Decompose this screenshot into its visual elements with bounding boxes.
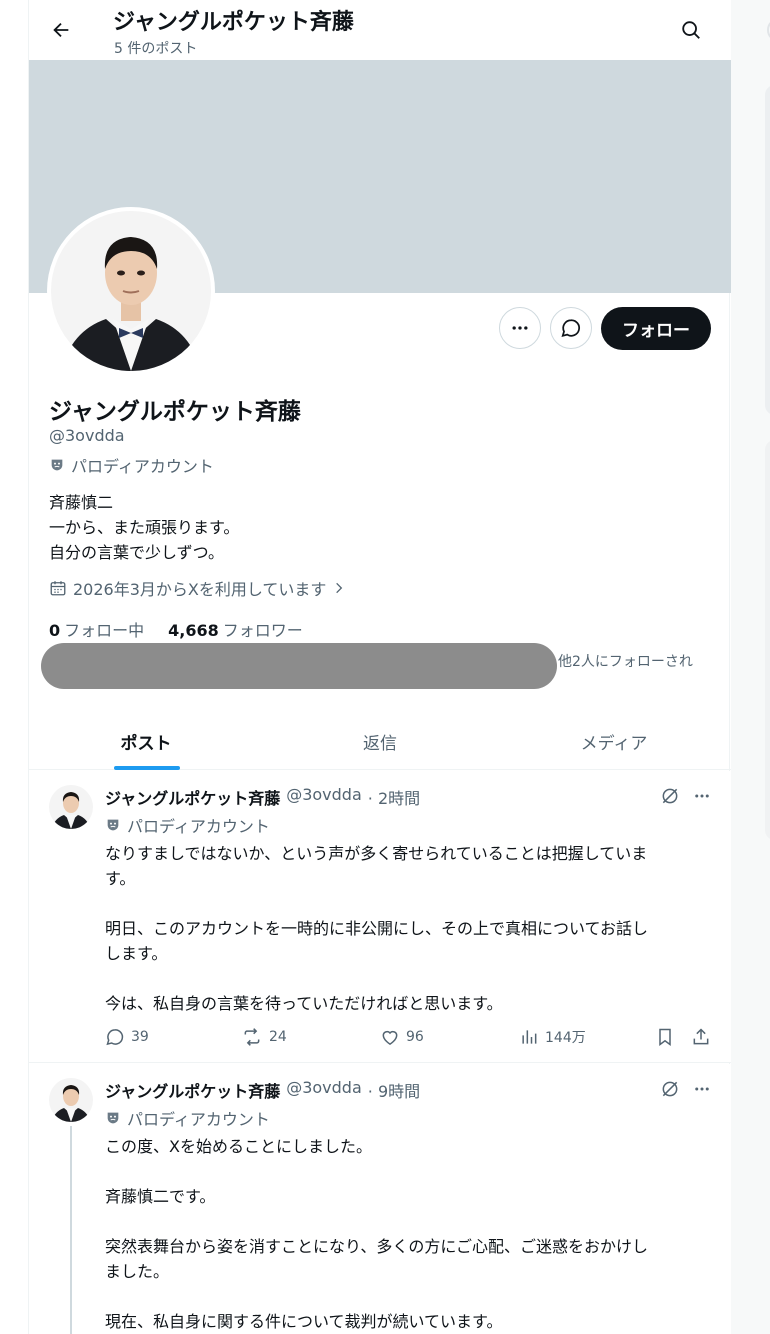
post-header: ジャングルポケット斉藤 @3ovdda · 9時間 <box>105 1078 420 1102</box>
parody-text: パロディアカウント <box>71 457 214 476</box>
top-bar: ジャングルポケット斉藤 5 件のポスト <box>29 0 731 60</box>
reply-button[interactable]: 39 <box>105 1027 149 1047</box>
view-count: 144万 <box>545 1030 586 1046</box>
parody-mask-icon <box>105 1110 121 1126</box>
sidebar-panel <box>765 440 770 840</box>
reply-count: 39 <box>131 1029 149 1045</box>
share-icon[interactable] <box>691 1027 711 1047</box>
right-sidebar <box>731 0 770 1334</box>
parody-mask-icon <box>49 457 65 473</box>
post-avatar[interactable] <box>49 1078 93 1122</box>
profile-bio: 斉藤慎二 一から、また頑張ります。 自分の言葉で少しずつ。 <box>49 490 239 565</box>
post-author-handle[interactable]: @3ovdda <box>286 1078 362 1102</box>
parody-text: パロディアカウント <box>127 817 270 836</box>
message-button[interactable] <box>550 307 592 349</box>
post-author-handle[interactable]: @3ovdda <box>286 785 362 809</box>
search-icon[interactable] <box>677 16 705 44</box>
chevron-right-icon <box>332 581 346 595</box>
followers-link[interactable]: 4,668 フォロワー <box>168 617 303 641</box>
repost-count: 24 <box>269 1029 287 1045</box>
joined-text: 2026年3月からXを利用しています <box>73 580 327 599</box>
parody-label: パロディアカウント <box>49 453 214 477</box>
post-author-name[interactable]: ジャングルポケット斉藤 <box>105 785 280 809</box>
post-text: なりすましではないか、という声が多く寄せられていることは把握していま す。 明日… <box>105 844 649 1013</box>
header-title: ジャングルポケット斉藤 <box>113 10 354 35</box>
thread-connector <box>70 1126 72 1334</box>
follow-button[interactable]: フォロー <box>601 307 711 350</box>
grok-icon[interactable] <box>659 1078 681 1100</box>
post-actions: 39 24 96 144万 <box>105 1027 715 1051</box>
redacted-followers-preview <box>41 643 557 689</box>
bookmark-icon[interactable] <box>655 1027 675 1047</box>
post-more-icon[interactable] <box>689 785 715 807</box>
followed-by-text[interactable]: 他2人にフォローされ <box>558 651 693 671</box>
post-header: ジャングルポケット斉藤 @3ovdda · 2時間 <box>105 785 420 809</box>
sidebar-panel <box>765 85 770 415</box>
post-text: この度、Xを始めることにしました。 斉藤慎二です。 突然表舞台から姿を消すことに… <box>105 1137 649 1331</box>
profile-column: ジャングルポケット斉藤 5 件のポスト フォロー ジャングルポケット斉藤 @3o… <box>28 0 731 1334</box>
back-arrow-icon[interactable] <box>47 16 75 44</box>
post[interactable]: ジャングルポケット斉藤 @3ovdda · 2時間 パロディアカウント なりすま… <box>29 771 731 1063</box>
tab-posts[interactable]: ポスト <box>29 712 263 770</box>
post-more-icon[interactable] <box>689 1078 715 1100</box>
header-post-count: 5 件のポスト <box>114 41 198 57</box>
bio-line: 斉藤慎二 <box>49 493 114 512</box>
tab-media[interactable]: メディア <box>497 712 731 770</box>
like-count: 96 <box>406 1029 424 1045</box>
bio-line: 一から、また頑張ります。 <box>49 518 240 537</box>
joined-date[interactable]: 2026年3月からXを利用しています <box>49 576 346 600</box>
post[interactable]: ジャングルポケット斉藤 @3ovdda · 9時間 パロディアカウント この度、… <box>29 1064 731 1334</box>
views-button[interactable]: 144万 <box>519 1027 586 1047</box>
active-tab-indicator <box>114 766 180 770</box>
like-button[interactable]: 96 <box>380 1027 424 1047</box>
more-options-button[interactable] <box>499 307 541 349</box>
post-parody-label: パロディアカウント <box>105 1106 270 1130</box>
calendar-icon <box>49 579 67 597</box>
post-author-name[interactable]: ジャングルポケット斉藤 <box>105 1078 280 1102</box>
parody-text: パロディアカウント <box>127 1110 270 1129</box>
parody-mask-icon <box>105 817 121 833</box>
post-avatar[interactable] <box>49 785 93 829</box>
tab-replies[interactable]: 返信 <box>263 712 497 770</box>
bio-line: 自分の言葉で少しずつ。 <box>49 543 225 562</box>
profile-tabs: ポスト 返信 メディア <box>29 712 731 770</box>
post-parody-label: パロディアカウント <box>105 813 270 837</box>
repost-button[interactable]: 24 <box>241 1027 287 1047</box>
post-timestamp[interactable]: · 2時間 <box>368 785 420 809</box>
follow-stats: 0 フォロー中 4,668 フォロワー <box>49 617 303 641</box>
profile-name: ジャングルポケット斉藤 <box>49 399 301 425</box>
profile-avatar[interactable] <box>47 207 215 375</box>
profile-handle: @3ovdda <box>49 426 125 445</box>
following-link[interactable]: 0 フォロー中 <box>49 617 144 641</box>
grok-icon[interactable] <box>659 785 681 807</box>
post-timestamp[interactable]: · 9時間 <box>368 1078 420 1102</box>
